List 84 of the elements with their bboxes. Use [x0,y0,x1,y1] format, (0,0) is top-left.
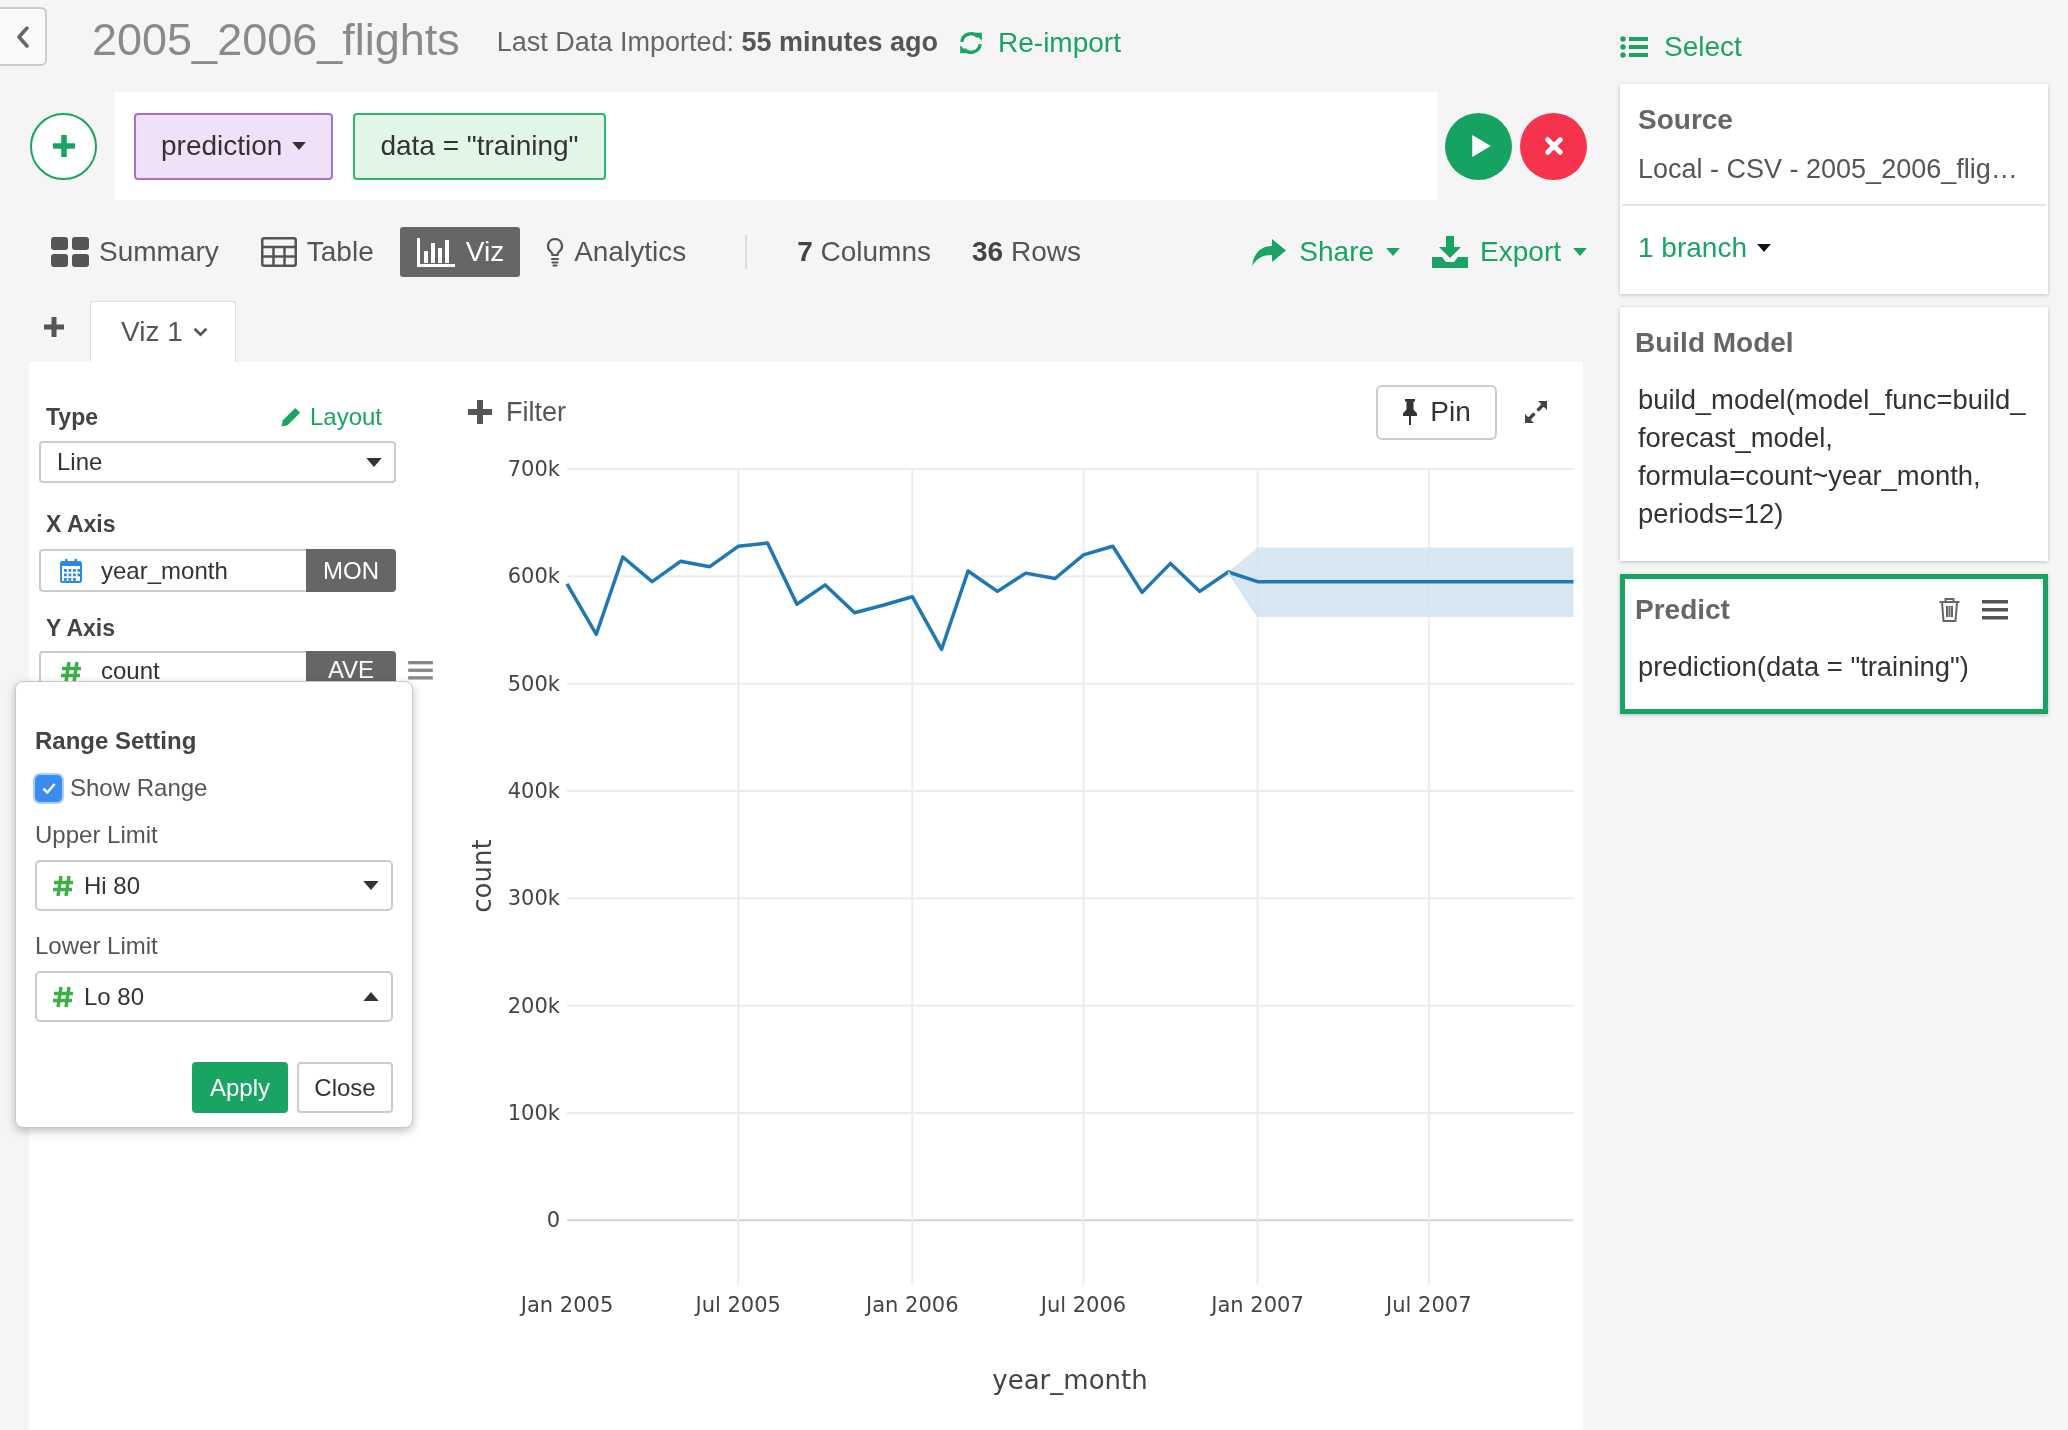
menu-icon[interactable] [1982,600,2008,620]
y-tick-label: 100k [507,1100,560,1125]
refresh-icon [958,29,984,56]
hash-icon [60,661,82,683]
view-tab[interactable]: Analytics [530,227,703,277]
pin-icon [1402,399,1419,425]
column-field[interactable]: year_month [39,549,306,592]
y-tick-label: 700k [507,457,560,481]
chevron-left-icon [15,25,30,48]
y-tick-label: 0 [546,1208,560,1233]
y-axis-title: count [466,839,497,913]
dataset-stat: 36 Rows [972,235,1081,269]
field-label: Y Axis [46,614,116,643]
dataset-stat: 7 Columns [797,235,931,269]
hash-icon [52,874,74,897]
back-button[interactable] [0,7,47,66]
field-label: Lower Limit [35,931,158,961]
field-label: Type [46,403,98,432]
aggregation-button[interactable]: MON [306,549,396,592]
chart-type-select[interactable]: Line [39,441,396,483]
field-label: Upper Limit [35,820,158,850]
pencil-icon [279,406,301,428]
plus-icon[interactable] [44,317,64,337]
x-tick-label: Jul 2005 [695,1292,781,1317]
calendar-icon [60,558,82,583]
checkbox[interactable] [35,774,62,802]
close-button[interactable]: Close [297,1062,393,1113]
x-axis-title: year_month [992,1365,1148,1395]
step-card[interactable]: Predict prediction(data = "training") [1620,574,2048,714]
plus-icon [468,400,492,424]
dataset-title: 2005_2006_flights [92,13,460,66]
list-icon [1620,36,1648,58]
import-status: Last Data Imported: 55 minutes ago [496,27,938,58]
y-tick-label: 200k [507,993,560,1018]
source-detail: Local - CSV - 2005_2006_flig… [1638,153,2018,185]
filter-button[interactable]: Filter [468,396,566,428]
caret-icon [366,457,382,467]
x-tick-label: Jan 2006 [866,1292,959,1317]
chevron-down-icon [192,327,208,337]
view-tab[interactable]: Viz [399,227,521,277]
x-tick-label: Jul 2006 [1040,1292,1127,1317]
caret-icon [1386,248,1401,256]
y-tick-label: 500k [507,671,560,696]
column-field[interactable]: count [39,651,306,681]
column-select[interactable]: Hi 80 [35,860,393,911]
card-title: Build Model [1635,327,1794,359]
card-title: Source [1638,104,1733,136]
argument-field[interactable]: data = "training" [353,112,606,180]
trash-icon[interactable] [1938,597,1961,623]
play-icon [1470,134,1492,158]
checkbox-label: Show Range [70,774,208,802]
x-tick-label: Jan 2005 [520,1292,614,1317]
step-code: prediction(data = "training") [1638,650,1969,684]
view-tab[interactable]: Table [244,227,390,277]
bar-chart-icon [415,237,456,267]
menu-icon[interactable] [408,661,433,680]
hash-icon [52,985,74,1008]
plus-icon [52,135,75,157]
popup-title: Range Setting [35,726,197,756]
x-tick-label: Jan 2007 [1211,1292,1304,1317]
download-icon [1432,236,1469,268]
step-code: build_model(model_func=build_forecast_model, formula=count~year_month, periods=12) [1638,383,2027,531]
aggregation-button[interactable]: AVE [306,651,396,681]
lightbulb-icon [546,237,565,267]
close-icon [1543,136,1564,156]
y-tick-label: 300k [507,886,560,911]
pin-button[interactable]: Pin [1376,384,1497,440]
view-tab[interactable]: Summary [35,227,235,277]
caret-icon [1573,248,1587,256]
grid-icon [51,237,89,267]
x-tick-label: Jul 2007 [1386,1292,1472,1317]
field-label: X Axis [46,510,116,539]
function-dropdown[interactable]: prediction [134,112,334,180]
caret-icon [1756,244,1771,252]
viz-tab[interactable]: Viz 1 [90,301,236,362]
step-card[interactable]: Build Model build_model(model_func=build_forecast_model, formula=count~year_month, periods=12) [1620,307,2048,561]
y-tick-label: 400k [507,779,560,803]
caret-icon [292,142,307,150]
expand-icon[interactable] [1523,399,1549,425]
card-title: Predict [1635,594,1730,626]
column-select[interactable]: Lo 80 [35,971,393,1022]
share-icon [1251,237,1288,267]
table-icon [260,237,297,267]
y-tick-label: 600k [507,564,560,589]
